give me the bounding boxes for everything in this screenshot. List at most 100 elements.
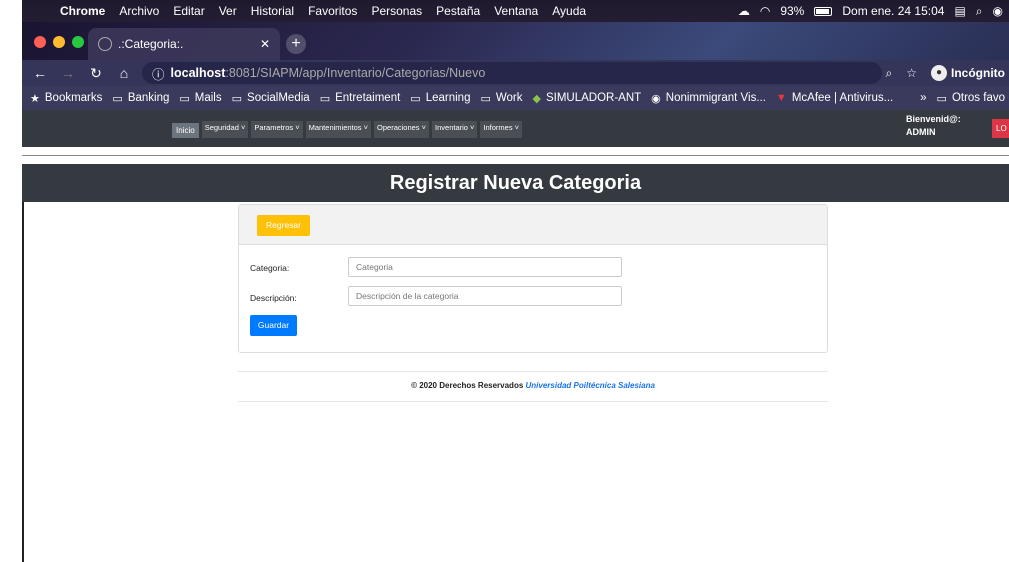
menu-archivo[interactable]: Archivo	[119, 4, 159, 18]
incognito-icon: ●	[931, 65, 947, 81]
tab-title: .:Categoria:.	[118, 37, 184, 51]
footer-copyright: © 2020 Derechos Reservados	[411, 381, 524, 390]
bookmark-learning[interactable]: ▭ Learning	[410, 92, 470, 105]
star-icon: ★	[30, 92, 40, 105]
back-button[interactable]: Regresar	[257, 215, 310, 236]
bookmark-label: Banking	[127, 92, 170, 104]
welcome-block: Bienvenid@: ADMIN	[906, 113, 961, 139]
folder-icon: ▭	[112, 92, 123, 105]
nav-mantenimientos[interactable]: Mantenimientos ˅	[305, 121, 372, 138]
page-title: Registrar Nueva Categoria	[22, 164, 1009, 202]
flag-icon[interactable]: ▤	[954, 4, 965, 18]
descripcion-input[interactable]: Descripción de la categoria	[348, 286, 622, 306]
menu-personas[interactable]: Personas	[371, 4, 422, 18]
battery-icon[interactable]	[814, 6, 833, 16]
bookmark-label: Nonimmigrant Vis...	[665, 92, 766, 104]
logout-button[interactable]: LO	[992, 119, 1009, 138]
card-header: Regresar	[239, 205, 827, 245]
new-tab-button[interactable]: +	[286, 34, 306, 54]
more-bookmarks-icon[interactable]: »	[920, 92, 926, 104]
bookmark-label: Work	[495, 92, 523, 104]
browser-toolbar: ← → ↻ ⌂ ⓘ localhost :8081/SIAPM/app/Inve…	[22, 60, 1009, 86]
folder-icon: ▭	[231, 92, 243, 105]
form-card: Regresar Categoria: Categoria Descripció…	[238, 204, 828, 353]
cloud-icon[interactable]: ☁	[738, 4, 750, 18]
bookmark-entretaiment[interactable]: ▭ Entretaiment	[320, 92, 401, 105]
bookmark-label: McAfee | Antivirus...	[791, 92, 894, 104]
footer: © 2020 Derechos Reservados Universidad P…	[238, 381, 828, 390]
menu-editar[interactable]: Editar	[173, 4, 204, 18]
bookmark-mails[interactable]: ▭ Mails	[179, 92, 221, 105]
menu-favoritos[interactable]: Favoritos	[308, 4, 357, 18]
bookmark-banking[interactable]: ▭ Banking	[112, 92, 169, 105]
bookmark-work[interactable]: ▭ Work	[480, 92, 522, 105]
folder-icon: ▭	[319, 92, 331, 105]
footer-divider-bottom	[238, 401, 828, 402]
nav-operaciones[interactable]: Operaciones ˅	[374, 121, 430, 138]
incognito-indicator[interactable]: ● Incógnito	[931, 65, 1005, 81]
url-host: localhost	[170, 66, 226, 80]
menu-ver[interactable]: Ver	[219, 4, 237, 18]
bookmark-mcafee[interactable]: ▼ McAfee | Antivirus...	[776, 92, 893, 104]
app-navbar: Inicio Seguridad ˅ Parametros ˅ Mantenim…	[22, 110, 1009, 147]
folder-icon: ▭	[179, 92, 190, 105]
browser-tab[interactable]: .:Categoria:. ✕	[88, 28, 280, 60]
screen: Chrome Archivo Editar Ver Historial Favo…	[0, 0, 1009, 562]
bookmark-label: Otros favo	[951, 92, 1005, 104]
bookmark-label: Bookmarks	[44, 92, 103, 104]
nav-inventario[interactable]: Inventario ˅	[432, 121, 478, 138]
bookmark-label: Entretaiment	[335, 92, 401, 104]
bookmark-label: SocialMedia	[247, 92, 310, 104]
nav-parametros[interactable]: Parametros ˅	[251, 121, 303, 138]
minimize-window-icon[interactable]	[53, 36, 65, 48]
nav-seguridad[interactable]: Seguridad ˅	[201, 121, 249, 138]
spotlight-search-icon[interactable]: ⌕	[976, 4, 983, 19]
footer-university-link[interactable]: Universidad Poiltécnica Salesiana	[526, 381, 655, 390]
window-edge	[22, 202, 24, 562]
window-controls	[34, 36, 84, 48]
nav-inicio[interactable]: Inicio	[172, 123, 199, 138]
menu-ventana[interactable]: Ventana	[494, 4, 538, 18]
folder-icon: ▭	[480, 92, 491, 105]
address-bar[interactable]: ⓘ localhost :8081/SIAPM/app/Inventario/C…	[142, 62, 882, 84]
zoom-window-icon[interactable]	[72, 36, 84, 48]
menu-app-name[interactable]: Chrome	[60, 4, 105, 18]
menu-ayuda[interactable]: Ayuda	[552, 4, 586, 18]
bookmark-nonimmigrant[interactable]: ◉ Nonimmigrant Vis...	[651, 92, 766, 105]
clock[interactable]: Dom ene. 24 15:04	[842, 4, 944, 18]
home-icon[interactable]: ⌂	[114, 65, 134, 81]
back-arrow-icon[interactable]: ←	[30, 65, 50, 81]
toolbar-right: ⌕ ☆ ● Incógnito	[886, 65, 1009, 81]
forward-arrow-icon[interactable]: →	[58, 65, 78, 81]
zoom-search-icon[interactable]: ⌕	[886, 66, 893, 81]
macos-menu-bar: Chrome Archivo Editar Ver Historial Favo…	[22, 0, 1009, 22]
globe-icon	[98, 37, 112, 51]
categoria-label: Categoria:	[250, 263, 290, 273]
descripcion-label: Descripción:	[250, 293, 297, 303]
siri-icon[interactable]: ◉	[993, 4, 1003, 18]
mcafee-shield-icon: ▼	[775, 92, 787, 104]
close-window-icon[interactable]	[34, 36, 46, 48]
bookmark-socialmedia[interactable]: ▭ SocialMedia	[232, 92, 310, 105]
wifi-icon[interactable]: ◠	[760, 4, 770, 18]
battery-percent: 93%	[780, 4, 805, 18]
reload-icon[interactable]: ↻	[86, 65, 106, 82]
menu-historial[interactable]: Historial	[251, 4, 294, 18]
folder-icon: ▭	[936, 92, 947, 105]
bookmark-simulador-ant[interactable]: ◆ SIMULADOR-ANT	[533, 92, 642, 105]
close-tab-icon[interactable]: ✕	[260, 37, 270, 51]
other-bookmarks[interactable]: ▭ Otros favo	[937, 92, 1005, 105]
bookmark-bookmarks[interactable]: ★ Bookmarks	[30, 92, 102, 105]
incognito-label: Incógnito	[951, 66, 1005, 80]
nav-informes[interactable]: Informes ˅	[480, 121, 523, 138]
nav-menu: Inicio Seguridad ˅ Parametros ˅ Mantenim…	[172, 121, 523, 138]
tab-strip: .:Categoria:. ✕ +	[22, 22, 1009, 60]
categoria-input[interactable]: Categoria	[348, 257, 622, 277]
leaf-icon: ◆	[532, 92, 541, 105]
divider	[22, 155, 1009, 156]
star-icon[interactable]: ☆	[906, 66, 917, 80]
menu-pestana[interactable]: Pestaña	[436, 4, 480, 18]
info-icon[interactable]: ⓘ	[152, 64, 165, 83]
seal-icon: ◉	[651, 92, 661, 105]
save-button[interactable]: Guardar	[250, 315, 297, 336]
